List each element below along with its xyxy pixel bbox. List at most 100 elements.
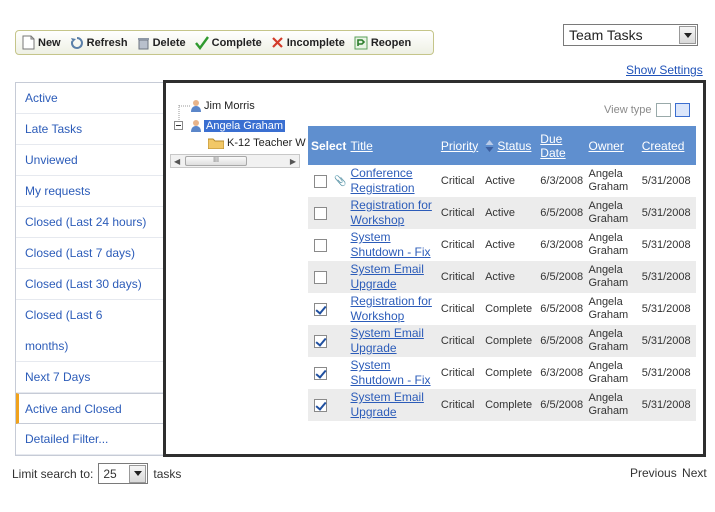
chevron-down-icon[interactable] — [129, 464, 147, 483]
owner-last: Graham — [588, 341, 629, 353]
created-cell: 5/31/2008 — [639, 261, 696, 293]
select-cell — [308, 325, 349, 357]
header-title[interactable]: Title — [348, 126, 439, 165]
title-cell: Conference Registration — [348, 165, 439, 197]
row-checkbox[interactable] — [314, 206, 327, 220]
sidebar-item-closed-7d[interactable]: Closed (Last 7 days) — [16, 238, 164, 269]
table-row[interactable]: 📎 Conference Registration Critical Active 6/3… — [308, 165, 696, 197]
task-title-link[interactable]: System Email — [351, 326, 424, 340]
header-due-date-line2[interactable]: Date — [540, 146, 565, 160]
task-title-link-line2[interactable]: Registration — [351, 181, 415, 195]
header-priority[interactable]: Priority — [438, 126, 484, 165]
list-view-icon[interactable] — [655, 103, 671, 117]
row-checkbox[interactable] — [314, 238, 327, 252]
header-due-date[interactable]: Due Date — [538, 126, 587, 165]
limit-select[interactable]: 25 — [98, 463, 149, 484]
task-title-link-line2[interactable]: Shutdown - Fix — [351, 245, 431, 259]
scrollbar-thumb[interactable]: III — [185, 156, 247, 166]
title-cell: System Email Upgrade — [348, 261, 439, 293]
owner-last: Graham — [588, 213, 629, 225]
title-cell: Registration for Workshop — [348, 197, 439, 229]
header-created-link[interactable]: Created — [642, 139, 685, 153]
table-row[interactable]: System Shutdown - Fix Critical Active 6/3/20… — [308, 229, 696, 261]
table-row[interactable]: System Email Upgrade Critical Complete 6/5/2… — [308, 389, 696, 421]
task-title-link-line2[interactable]: Upgrade — [351, 405, 397, 419]
owner-cell: Angela Graham — [586, 165, 640, 197]
tree-node-angela-graham[interactable]: Angela Graham — [190, 119, 286, 133]
sidebar-item-detailed-filter[interactable]: Detailed Filter... — [16, 424, 164, 455]
task-title-link[interactable]: System — [351, 358, 391, 372]
owner-cell: Angela Graham — [586, 197, 640, 229]
sidebar-item-closed-30d[interactable]: Closed (Last 30 days) — [16, 269, 164, 300]
complete-button[interactable]: Complete — [194, 35, 262, 50]
row-checkbox[interactable] — [314, 174, 327, 188]
table-row[interactable]: Registration for Workshop Critical Active 6/… — [308, 197, 696, 229]
refresh-button[interactable]: Refresh — [70, 36, 128, 50]
owner-first: Angela — [588, 200, 623, 212]
collapse-icon[interactable] — [174, 121, 183, 130]
row-checkbox[interactable] — [314, 366, 327, 380]
view-type-label: View type — [604, 104, 652, 116]
sidebar-item-active[interactable]: Active — [16, 83, 164, 114]
table-row[interactable]: Registration for Workshop Critical Complete… — [308, 293, 696, 325]
priority-cell: Critical — [438, 165, 484, 197]
task-title-link[interactable]: Registration for — [351, 294, 432, 308]
task-title-link-line2[interactable]: Upgrade — [351, 277, 397, 291]
sidebar-item-my-requests[interactable]: My requests — [16, 176, 164, 207]
delete-button[interactable]: Delete — [137, 36, 186, 50]
sidebar-item-next-7-days[interactable]: Next 7 Days — [16, 362, 164, 393]
show-settings-link[interactable]: Show Settings — [626, 63, 703, 77]
row-checkbox[interactable] — [314, 270, 327, 284]
task-title-link-line2[interactable]: Workshop — [351, 309, 405, 323]
task-title-link[interactable]: System Email — [351, 390, 424, 404]
reopen-button[interactable]: Reopen — [354, 36, 411, 50]
new-button[interactable]: New — [22, 35, 61, 50]
tree-node-folder[interactable]: K-12 Teacher W — [208, 137, 306, 149]
header-title-link[interactable]: Title — [351, 139, 373, 153]
task-title-link-line2[interactable]: Shutdown - Fix — [351, 373, 431, 387]
header-status[interactable]: Status — [483, 126, 539, 165]
owner-first: Angela — [588, 168, 623, 180]
header-due-date-line1[interactable]: Due — [540, 132, 562, 146]
header-priority-link[interactable]: Priority — [441, 139, 478, 153]
sidebar-item-active-and-closed[interactable]: Active and Closed — [16, 393, 165, 424]
scroll-right-icon[interactable]: ▶ — [290, 157, 296, 166]
next-link[interactable]: Next — [682, 466, 707, 480]
sidebar-item-closed-24h[interactable]: Closed (Last 24 hours) — [16, 207, 164, 238]
status-cell: Active — [483, 229, 539, 261]
trash-icon — [137, 37, 149, 49]
grid-view-icon[interactable] — [674, 103, 690, 117]
header-status-link[interactable]: Status — [497, 139, 531, 153]
scroll-left-icon[interactable]: ◀ — [174, 157, 180, 166]
row-checkbox[interactable] — [314, 302, 327, 316]
reopen-button-label: Reopen — [370, 36, 412, 49]
tree-node-jim-morris[interactable]: Jim Morris — [190, 99, 255, 113]
task-title-link[interactable]: System Email — [351, 262, 424, 276]
task-title-link[interactable]: Registration for — [351, 198, 432, 212]
row-checkbox[interactable] — [314, 334, 327, 348]
table-row[interactable]: System Email Upgrade Critical Active 6/5/200… — [308, 261, 696, 293]
task-title-link[interactable]: System — [351, 230, 391, 244]
task-title-link-line2[interactable]: Upgrade — [351, 341, 397, 355]
sidebar-item-late-tasks[interactable]: Late Tasks — [16, 114, 164, 145]
task-table: Select Title Priority Status Due Date Ow… — [308, 126, 696, 421]
previous-link[interactable]: Previous — [630, 466, 677, 480]
sidebar-item-unviewed[interactable]: Unviewed — [16, 145, 164, 176]
tree-horizontal-scrollbar[interactable]: ◀ III ▶ — [170, 154, 300, 168]
select-cell — [308, 229, 349, 261]
incomplete-button[interactable]: Incomplete — [271, 36, 345, 49]
task-title-link-line2[interactable]: Workshop — [351, 213, 405, 227]
header-created[interactable]: Created — [639, 126, 696, 165]
owner-last: Graham — [588, 405, 629, 417]
checkmark-icon — [194, 35, 209, 50]
task-title-link[interactable]: Conference — [351, 166, 413, 180]
row-checkbox[interactable] — [314, 398, 327, 412]
team-select[interactable]: Team Tasks — [563, 24, 698, 46]
table-row[interactable]: System Shutdown - Fix Critical Complete 6/3/… — [308, 357, 696, 389]
table-row[interactable]: System Email Upgrade Critical Complete 6/5/2… — [308, 325, 696, 357]
created-cell: 5/31/2008 — [639, 165, 696, 197]
chevron-down-icon[interactable] — [679, 26, 696, 44]
header-owner-link[interactable]: Owner — [588, 139, 623, 153]
header-owner[interactable]: Owner — [586, 126, 640, 165]
sidebar-item-closed-6m[interactable]: Closed (Last 6 months) — [16, 300, 164, 362]
